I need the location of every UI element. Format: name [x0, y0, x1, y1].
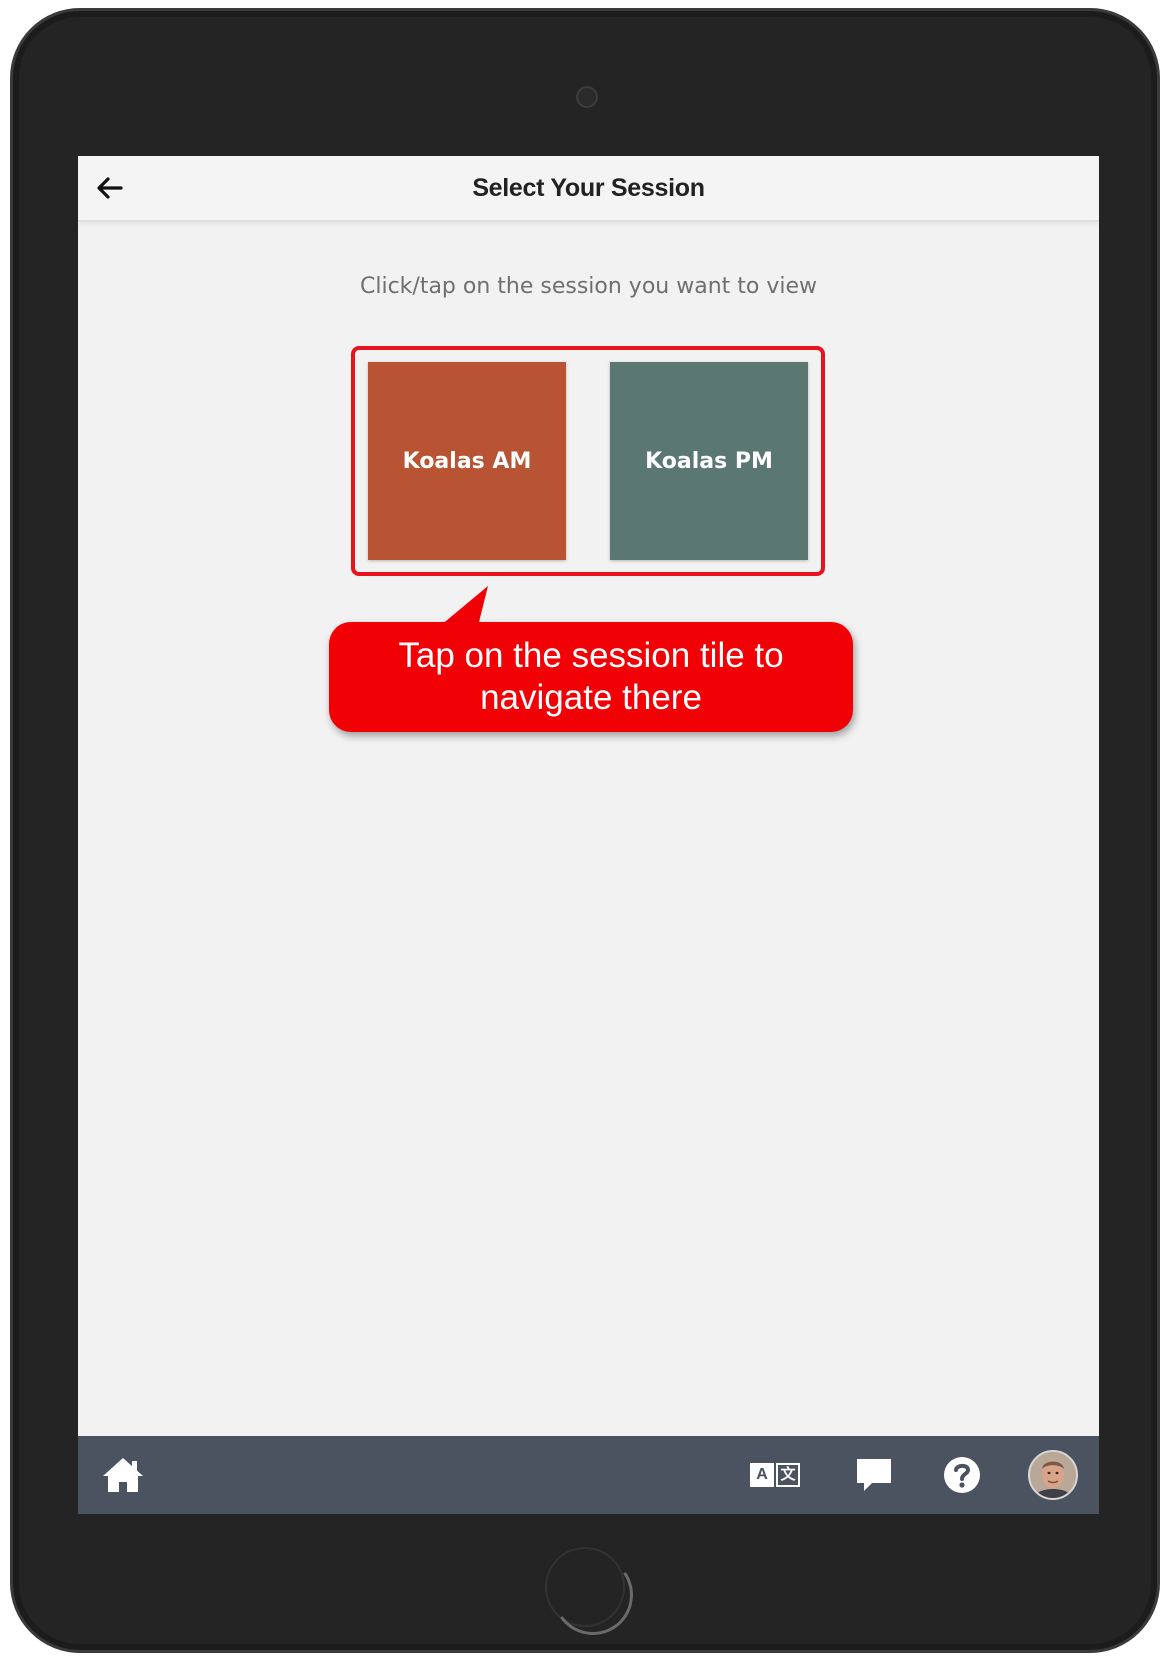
help-button[interactable]	[938, 1450, 986, 1500]
camera-icon	[576, 86, 598, 108]
chat-button[interactable]	[850, 1450, 898, 1500]
app-screen: Select Your Session Click/tap on the ses…	[78, 156, 1099, 1514]
session-tile-label: Koalas AM	[402, 448, 532, 474]
bottom-navigation-bar: A 文	[78, 1436, 1099, 1514]
tip-callout: Tap on the session tile to navigate ther…	[329, 622, 853, 732]
session-tile-koalas-pm[interactable]: Koalas PM	[610, 362, 808, 560]
instructions-text: Click/tap on the session you want to vie…	[359, 274, 817, 299]
translate-icon: A 文	[750, 1463, 800, 1487]
app-header: Select Your Session	[78, 156, 1099, 222]
page-title: Select Your Session	[472, 174, 705, 202]
home-button[interactable]	[98, 1450, 148, 1500]
callout-text: Tap on the session tile to navigate ther…	[398, 636, 784, 717]
user-photo-icon	[1030, 1452, 1076, 1498]
session-tile-label: Koalas PM	[645, 448, 773, 474]
home-icon	[103, 1458, 143, 1492]
translate-glyph-cjk: 文	[776, 1463, 800, 1487]
session-tile-koalas-am[interactable]: Koalas AM	[368, 362, 566, 560]
chat-bubble-icon	[857, 1459, 891, 1491]
translate-button[interactable]: A 文	[746, 1450, 804, 1500]
help-circle-icon	[944, 1457, 980, 1493]
user-avatar[interactable]	[1028, 1450, 1078, 1500]
translate-glyph-latin: A	[750, 1463, 774, 1487]
